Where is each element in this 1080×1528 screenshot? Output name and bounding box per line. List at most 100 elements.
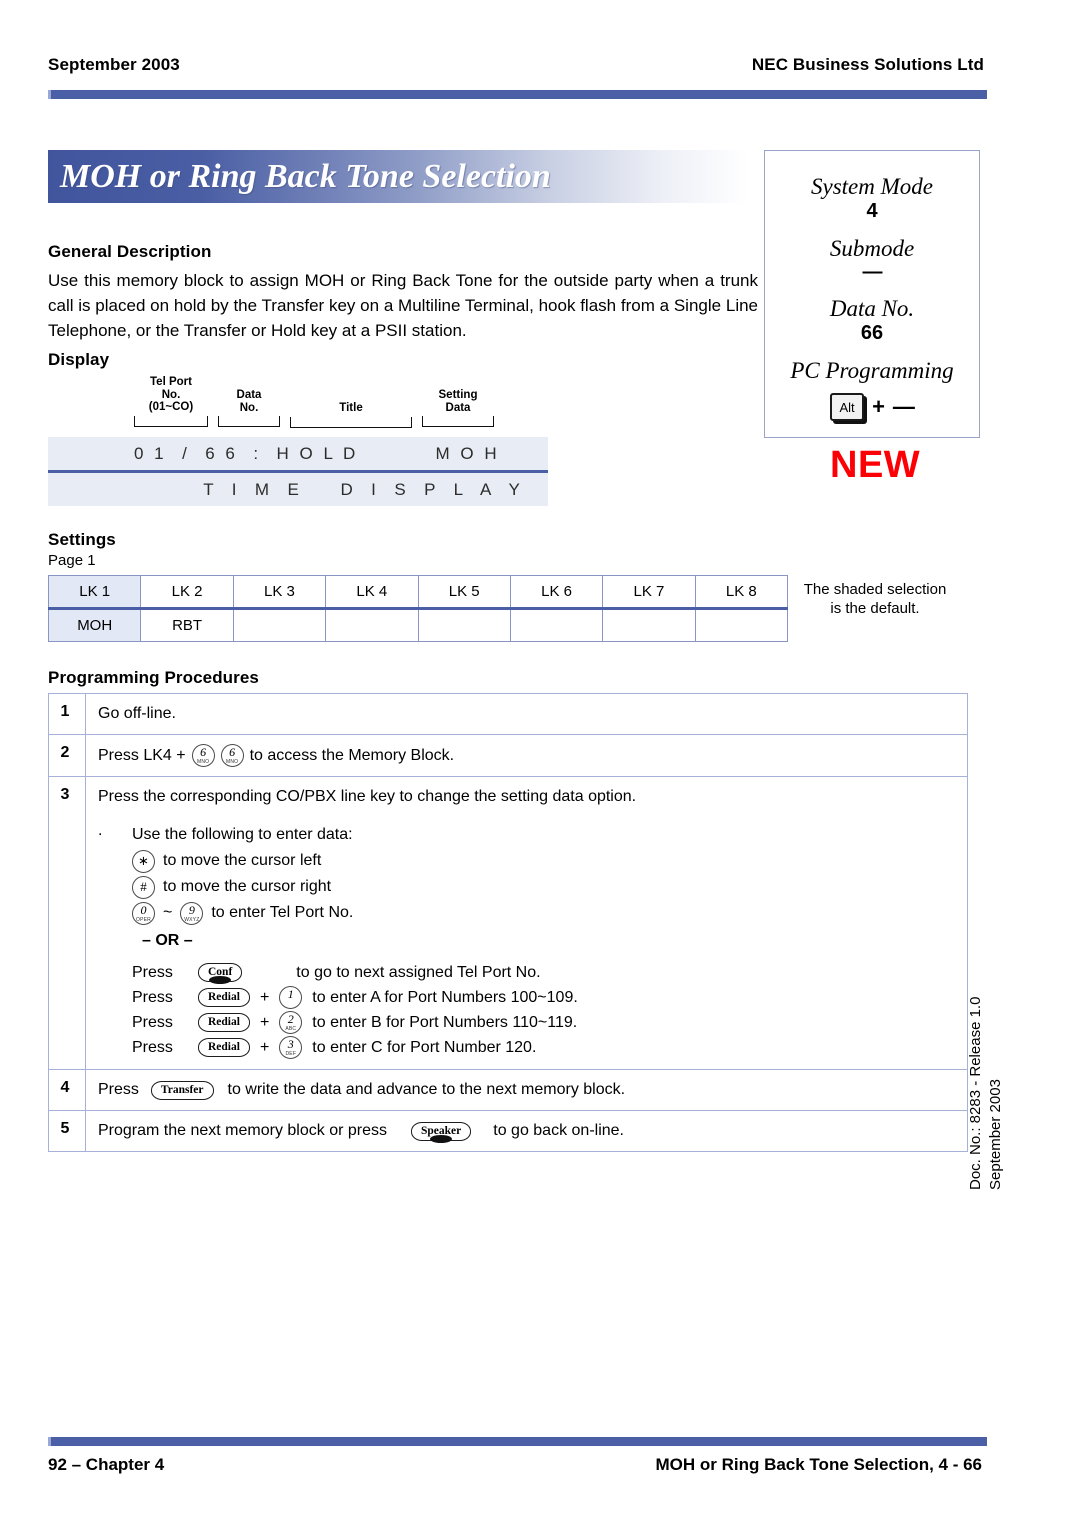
step-body: Program the next memory block or press S…	[85, 1110, 968, 1152]
digit-range-line: 0 OPER ~ 9 WXYZ to enter Tel Port No.	[132, 900, 967, 926]
step-text-line: Press Transfer to write the data and adv…	[98, 1079, 967, 1101]
display-bracket-labels: Tel Port No. (01~CO) Data No. Title Sett…	[48, 376, 548, 438]
procedure-step-row: 1 Go off-line.	[48, 693, 968, 735]
step-text-prefix: Press LK4 +	[98, 746, 186, 764]
press-rows-block: Press Conf to go to next assigned Tel Po…	[98, 960, 967, 1060]
page-title: MOH or Ring Back Tone Selection	[60, 157, 551, 195]
keypad-1-icon: 1	[279, 986, 303, 1009]
settings-column-header: LK 2	[140, 575, 234, 610]
transfer-key-icon: Transfer	[150, 1080, 214, 1100]
procedure-step-row: 3 Press the corresponding CO/PBX line ke…	[48, 776, 968, 1070]
step-text-suffix: to go back on-line.	[493, 1122, 624, 1139]
press-label: Press	[132, 989, 173, 1006]
keypad-6-icon: 6 MNO	[191, 744, 215, 767]
title-banner: MOH or Ring Back Tone Selection	[48, 150, 748, 203]
bracket-shape	[422, 416, 494, 427]
press-row-text: to enter B for Port Numbers 110~119.	[312, 1014, 578, 1031]
press-row-text: to enter C for Port Number 120.	[312, 1039, 537, 1056]
page-footer: 92 – Chapter 4 MOH or Ring Back Tone Sel…	[48, 1455, 984, 1475]
step-body: Go off-line.	[85, 693, 968, 735]
procedure-step-row: 5 Program the next memory block or press…	[48, 1110, 968, 1152]
data-no-label: Data No.	[829, 296, 915, 322]
settings-cell	[325, 608, 419, 642]
keypad-2-icon: 2 ABC	[279, 1011, 303, 1034]
press-row: Press Redial + 2 ABC to enter B for Port…	[132, 1010, 967, 1035]
press-row-text: to go to next assigned Tel Port No.	[296, 964, 541, 981]
keypad-3-icon: 3 DEF	[279, 1036, 303, 1059]
step-number: 4	[48, 1069, 86, 1111]
settings-column-header: LK 4	[325, 575, 419, 610]
press-row-text: to enter A for Port Numbers 100~109.	[312, 989, 578, 1006]
press-row: Press Redial + 1 to enter A for Port Num…	[132, 985, 967, 1010]
keypad-0-icon: 0 OPER	[132, 901, 155, 925]
new-badge: NEW	[830, 444, 921, 486]
plus-sign: +	[259, 1039, 270, 1056]
step-text-prefix: Program the next memory block or press	[98, 1122, 387, 1139]
header-company: NEC Business Solutions Ltd	[751, 55, 984, 74]
keypad-6-icon: 6 MNO	[220, 744, 244, 767]
bracket-setting-data: Setting Data	[422, 389, 494, 427]
step-number: 3	[48, 776, 86, 1070]
side-text-line-1: Doc. No.: 8283 - Release 1.0	[967, 996, 984, 1190]
settings-column-header: LK 7	[602, 575, 696, 610]
settings-table: LK 1 LK 2 LK 3 LK 4 LK 5 LK 6 LK 7 LK 8 …	[47, 575, 789, 642]
settings-cell	[232, 608, 327, 642]
submode-label: Submode	[829, 236, 915, 262]
step-text-line: Press LK4 + 6 MNO 6 MNO to access the Me…	[98, 744, 967, 767]
lcd-line-1: 0 1 / 6 6 : H O L D M O H	[134, 444, 500, 463]
conf-key-icon: Conf	[198, 963, 243, 982]
step-body: Press LK4 + 6 MNO 6 MNO to access the Me…	[85, 734, 968, 777]
plus-sign: +	[872, 393, 885, 419]
footer-rule	[48, 1437, 987, 1446]
header-rule	[48, 90, 987, 99]
step-text-suffix: to write the data and advance to the nex…	[227, 1081, 626, 1098]
redial-key-icon: Redial	[198, 1038, 250, 1057]
settings-cell	[417, 608, 511, 642]
bracket-shape	[134, 415, 208, 427]
pc-programming-keys: Alt + —	[765, 392, 979, 421]
document-side-text: Doc. No.: 8283 - Release 1.0 September 2…	[966, 970, 1006, 1190]
settings-cell	[509, 608, 604, 642]
step-text-line: Go off-line.	[98, 703, 967, 725]
footer-section-reference: MOH or Ring Back Tone Selection, 4 - 66	[655, 1455, 982, 1474]
display-diagram: Tel Port No. (01~CO) Data No. Title Sett…	[48, 376, 548, 508]
redial-key-icon: Redial	[198, 988, 250, 1007]
procedure-step-row: 2 Press LK4 + 6 MNO 6 MNO to access the …	[48, 734, 968, 777]
press-row: Press Conf to go to next assigned Tel Po…	[132, 960, 967, 985]
settings-column-header: LK 3	[232, 575, 327, 610]
press-row: Press Redial + 3 DEF to enter C for Port…	[132, 1035, 967, 1060]
keypad-hash-icon: #	[132, 875, 155, 899]
programming-procedures-table: 1 Go off-line. 2 Press LK4 + 6 MNO 6 MNO…	[48, 693, 968, 1152]
press-label: Press	[132, 1039, 173, 1056]
plus-sign: +	[259, 1014, 270, 1031]
step-substep-block: . Use the following to enter data: ∗ to …	[98, 822, 967, 956]
system-mode-box: System Mode 4 Submode — Data No. 66 PC P…	[764, 150, 980, 438]
redial-key-icon: Redial	[198, 1013, 250, 1032]
settings-cell	[602, 608, 696, 642]
step-number: 1	[48, 693, 86, 735]
general-description-text: Use this memory block to assign MOH or R…	[48, 271, 758, 340]
settings-column-header: LK 6	[509, 575, 604, 610]
page-header: September 2003 NEC Business Solutions Lt…	[48, 55, 984, 75]
settings-page-label: Page 1	[48, 552, 96, 569]
step-text-line: Program the next memory block or press S…	[98, 1120, 967, 1142]
settings-cell: RBT	[140, 608, 234, 642]
general-description-heading: General Description	[48, 242, 212, 261]
display-heading: Display	[48, 350, 110, 369]
side-text-line-2: September 2003	[987, 1079, 1004, 1190]
procedure-step-row: 4 Press Transfer to write the data and a…	[48, 1069, 968, 1111]
step-text: Go off-line.	[98, 705, 176, 722]
settings-column-header: LK 8	[694, 575, 789, 610]
press-label: Press	[132, 964, 173, 981]
substep-bullet: .	[98, 822, 103, 839]
system-mode-value: 4	[866, 200, 878, 223]
press-label: Press	[132, 1014, 173, 1031]
step-number: 2	[48, 734, 86, 777]
settings-value-row: MOH RBT	[47, 608, 789, 642]
keypad-9-icon: 9 WXYZ	[180, 901, 204, 925]
range-tilde: ~	[163, 904, 173, 921]
system-mode-label: System Mode	[811, 174, 933, 199]
settings-cell	[694, 608, 789, 642]
step-text-suffix: to access the Memory Block.	[249, 746, 455, 764]
step-text-line: Press the corresponding CO/PBX line key …	[98, 786, 967, 808]
